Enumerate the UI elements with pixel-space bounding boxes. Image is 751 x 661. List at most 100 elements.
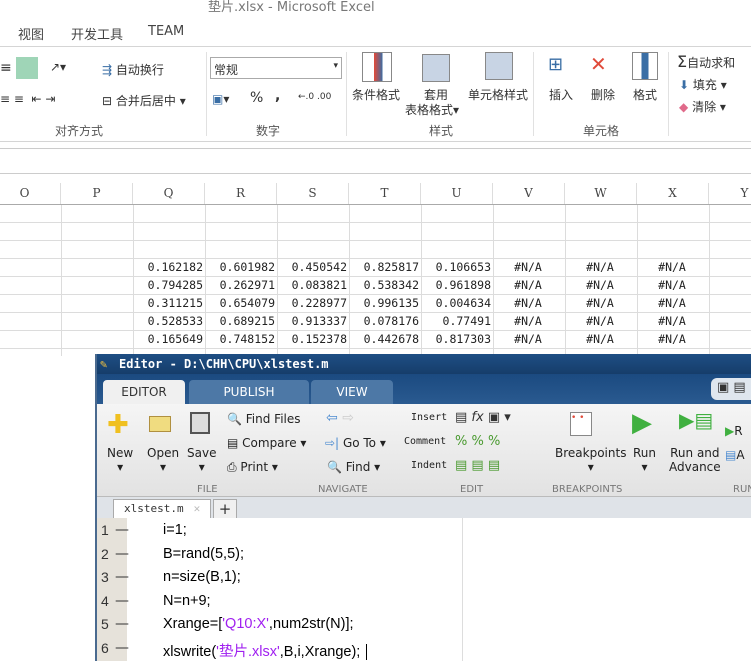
column-header-T[interactable]: T	[349, 183, 421, 204]
column-header-W[interactable]: W	[565, 183, 637, 204]
breakpoint-marker[interactable]: —	[115, 522, 129, 538]
column-header-Q[interactable]: Q	[133, 183, 205, 204]
indent-icons[interactable]: ▤ ▤ ▤	[455, 458, 500, 473]
code-line[interactable]: i=1;	[163, 522, 187, 538]
run-button[interactable]: Run ▾	[633, 446, 656, 474]
insert-button[interactable]: 插入	[549, 86, 573, 103]
cell[interactable]: 0.165649	[133, 330, 205, 348]
code-line[interactable]: N=n+9;	[163, 593, 211, 609]
breakpoint-marker[interactable]: —	[115, 546, 129, 562]
delete-button[interactable]: 删除	[591, 86, 615, 103]
conditional-format-button[interactable]: 条件格式	[352, 86, 400, 103]
cell[interactable]: 0.913337	[277, 312, 349, 330]
merge-center-button[interactable]: ⊟ 合并后居中 ▾	[102, 92, 186, 109]
cell[interactable]: #N/A	[493, 276, 565, 294]
cell[interactable]: 0.083821	[277, 276, 349, 294]
cell[interactable]: #N/A	[565, 312, 637, 330]
quick-access-icons[interactable]: ▣ ▤	[711, 378, 751, 400]
breakpoint-marker[interactable]: —	[115, 569, 129, 585]
fill-button[interactable]: ⬇ 填充 ▾	[679, 76, 727, 93]
cell[interactable]: 0.078176	[349, 312, 421, 330]
cell[interactable]: 0.106653	[421, 258, 493, 276]
cell[interactable]: 0.004634	[421, 294, 493, 312]
align-left-icon[interactable]: ≡	[0, 60, 12, 76]
find-button[interactable]: 🔍 Find ▾	[327, 460, 380, 474]
tab-developer[interactable]: 开发工具	[71, 24, 123, 43]
align-icons[interactable]: ≡ ≡ ⇤ ⇥	[0, 92, 55, 106]
cell[interactable]: 0.601982	[205, 258, 277, 276]
sheet-grid[interactable]: 0.162182 0.601982 0.450542 0.825817 0.106653…	[0, 204, 751, 356]
cell[interactable]: 0.825817	[349, 258, 421, 276]
cell[interactable]: 0.528533	[133, 312, 205, 330]
tab-view[interactable]: 视图	[18, 24, 44, 43]
code-editor[interactable]: 1 — i=1; 2 — B=rand(5,5); 3 — n=size(B,1); 4 — N=n+…	[97, 518, 751, 661]
cell[interactable]: 0.817303	[421, 330, 493, 348]
tab-editor[interactable]: EDITOR	[103, 380, 185, 404]
cell[interactable]: #N/A	[565, 330, 637, 348]
run-section-button[interactable]: ▶R	[725, 424, 743, 438]
cell[interactable]: #N/A	[637, 276, 709, 294]
add-tab-button[interactable]: +	[213, 499, 237, 519]
column-header-U[interactable]: U	[421, 183, 493, 204]
print-button[interactable]: ⎙ Print ▾	[227, 460, 278, 475]
advance-button[interactable]: ▤A	[725, 448, 745, 462]
cell[interactable]: 0.162182	[133, 258, 205, 276]
comma-button[interactable]: ,	[275, 88, 280, 104]
cell[interactable]: 0.450542	[277, 258, 349, 276]
tab-view[interactable]: VIEW	[311, 380, 393, 404]
wrap-text-button[interactable]: ⇶ 自动换行	[102, 61, 164, 78]
close-tab-icon[interactable]: ✕	[194, 502, 201, 515]
clear-button[interactable]: ◆ 清除 ▾	[679, 98, 726, 115]
column-header-S[interactable]: S	[277, 183, 349, 204]
orientation-icon[interactable]: ↗▾	[50, 60, 66, 74]
run-advance-button[interactable]: Run and Advance	[669, 446, 721, 474]
cell[interactable]: #N/A	[565, 276, 637, 294]
breakpoint-marker[interactable]: —	[115, 640, 129, 656]
cell[interactable]: 0.538342	[349, 276, 421, 294]
autosum-button[interactable]: Σ自动求和	[677, 52, 735, 71]
decimal-buttons[interactable]: ←.0 .00	[298, 92, 331, 102]
formula-bar[interactable]	[0, 148, 751, 174]
code-line[interactable]: B=rand(5,5);	[163, 546, 244, 562]
compare-button[interactable]: ▤ Compare ▾	[227, 436, 306, 450]
cell[interactable]: 0.961898	[421, 276, 493, 294]
tab-team[interactable]: TEAM	[148, 24, 184, 39]
currency-button[interactable]: ▣▾	[212, 92, 229, 106]
cell[interactable]: 0.654079	[205, 294, 277, 312]
save-button[interactable]: Save ▾	[187, 446, 216, 474]
column-header-P[interactable]: P	[61, 183, 133, 204]
cell[interactable]: #N/A	[493, 330, 565, 348]
cell[interactable]: #N/A	[637, 312, 709, 330]
cell[interactable]: #N/A	[637, 258, 709, 276]
tab-publish[interactable]: PUBLISH	[189, 380, 309, 404]
column-header-O[interactable]: O	[0, 183, 61, 204]
cell[interactable]: #N/A	[637, 330, 709, 348]
open-button[interactable]: Open ▾	[147, 446, 179, 474]
cell-style-button[interactable]: 单元格样式	[468, 86, 528, 103]
column-header-Y[interactable]: Y	[709, 183, 751, 204]
cell[interactable]: 0.228977	[277, 294, 349, 312]
column-header-V[interactable]: V	[493, 183, 565, 204]
cell[interactable]: 0.77491	[421, 312, 493, 330]
percent-button[interactable]: %	[250, 90, 263, 106]
cell[interactable]: #N/A	[637, 294, 709, 312]
cell[interactable]: #N/A	[565, 258, 637, 276]
number-format-select[interactable]: 常规 ▾	[210, 57, 342, 79]
breakpoint-marker[interactable]: —	[115, 616, 129, 632]
find-files-button[interactable]: 🔍 Find Files	[227, 412, 301, 426]
cell[interactable]: #N/A	[493, 294, 565, 312]
cell[interactable]: 0.794285	[133, 276, 205, 294]
column-header-R[interactable]: R	[205, 183, 277, 204]
new-button[interactable]: New ▾	[107, 446, 133, 474]
cell[interactable]: 0.996135	[349, 294, 421, 312]
cell[interactable]: 0.262971	[205, 276, 277, 294]
file-tab-xlstest[interactable]: xlstest.m ✕	[113, 499, 211, 519]
column-header-X[interactable]: X	[637, 183, 709, 204]
cell[interactable]: 0.311215	[133, 294, 205, 312]
cell[interactable]: 0.442678	[349, 330, 421, 348]
code-line[interactable]: n=size(B,1);	[163, 569, 241, 585]
breakpoints-button[interactable]: Breakpoints ▾	[555, 446, 626, 474]
cell[interactable]: #N/A	[493, 258, 565, 276]
cell[interactable]: 0.152378	[277, 330, 349, 348]
format-button[interactable]: 格式	[633, 86, 657, 103]
